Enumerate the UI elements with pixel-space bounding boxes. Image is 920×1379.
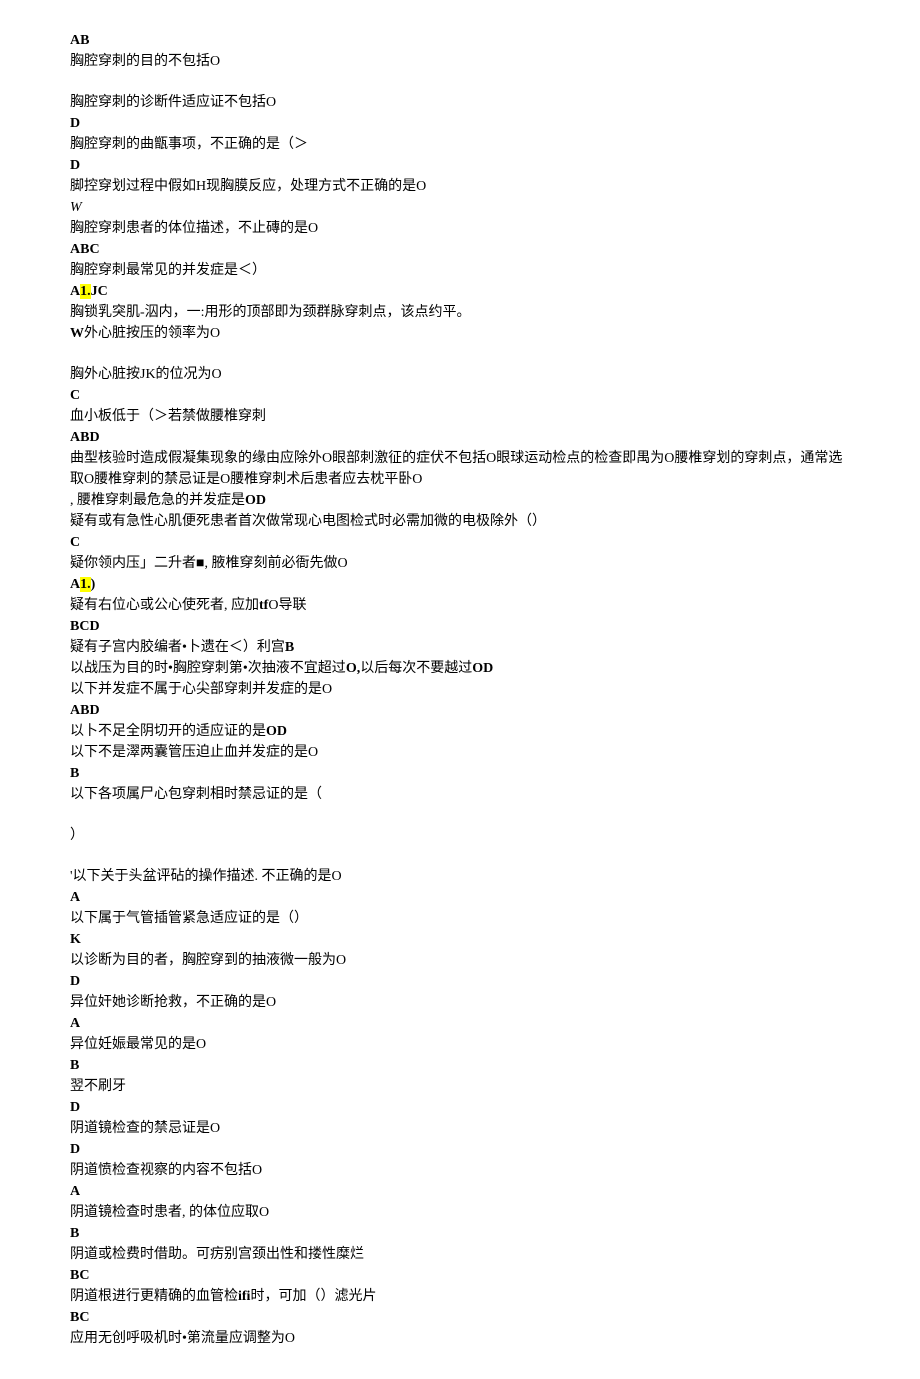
text-line: 以下属于气管插管紧急适应证的是（） [70, 908, 850, 929]
text-line: ABD [70, 700, 850, 721]
text-line: B [70, 1055, 850, 1076]
text-line: 胸外心脏按JK的位况为O [70, 364, 850, 385]
text-line: 阴道根进行更精确的血管检ifi时，可加（）滤光片 [70, 1286, 850, 1307]
document-body: AB胸腔穿刺的目的不包括O 胸腔穿刺的诊断件适应证不包括OD胸腔穿刺的曲甑事项，… [70, 30, 850, 1349]
text-line: 胸腔穿刺的诊断件适应证不包括O [70, 92, 850, 113]
text-line [70, 805, 850, 825]
text-line: 异位奸她诊断抢救，不正确的是O [70, 992, 850, 1013]
text-line: 以下各项属尸心包穿刺相时禁忌证的是（ [70, 784, 850, 805]
text-line: C [70, 385, 850, 406]
text-line: BC [70, 1307, 850, 1328]
text-line: 以下并发症不属于心尖部穿刺并发症的是O [70, 679, 850, 700]
text-line [70, 344, 850, 364]
text-line: BCD [70, 616, 850, 637]
text-line: 阴道愤检查视察的内容不包括O [70, 1160, 850, 1181]
text-line: 脚控穿划过程中假如H现胸膜反应，处理方式不正确的是O [70, 176, 850, 197]
text-line: 曲型核验时造成假凝集现象的缘由应除外O眼部刺激征的症伏不包括O眼球运动检点的检查… [70, 448, 850, 490]
text-line: D [70, 1139, 850, 1160]
text-line: BC [70, 1265, 850, 1286]
text-line [70, 72, 850, 92]
text-line: D [70, 155, 850, 176]
text-line: B [70, 1223, 850, 1244]
text-line: 疑有或有急性心肌便死患者首次做常现心电图检式时必需加微的电极除外（） [70, 511, 850, 532]
text-line: W [70, 197, 850, 218]
text-line: ABC [70, 239, 850, 260]
text-line: W外心脏按压的领率为O [70, 323, 850, 344]
text-line: A [70, 1181, 850, 1202]
text-line: 翌不刷牙 [70, 1076, 850, 1097]
text-line: K [70, 929, 850, 950]
text-line: 阴道镜检查时患者, 的体位应取O [70, 1202, 850, 1223]
text-line: 以下不是濢两囊管压迫止血并发症的是O [70, 742, 850, 763]
text-line: D [70, 971, 850, 992]
text-line: 阴道或检费时借助。可疠别宫颈出性和搂性糜烂 [70, 1244, 850, 1265]
text-line: 阴道镜检查的禁忌证是O [70, 1118, 850, 1139]
text-line: 应用无创呼吸机时•第流量应调整为O [70, 1328, 850, 1349]
text-line: A1.JC [70, 281, 850, 302]
text-line: 胸锁乳突肌-泅内，一:用形的顶部即为颈群脉穿刺点，该点约平。 [70, 302, 850, 323]
text-line: 以战压为目的时•胸腔穿刺第•次抽液不宜超过O,以后每次不要越过OD [70, 658, 850, 679]
text-line: 疑有子宫内胶编者•卜遗在＜）利宫B [70, 637, 850, 658]
text-line: 疑有右位心或公心使死者, 应加tfO导联 [70, 595, 850, 616]
text-line: 以诊断为目的者，胸腔穿到的抽液微一般为O [70, 950, 850, 971]
text-line: , 腰椎穿刺最危急的并发症是OD [70, 490, 850, 511]
text-line: AB [70, 30, 850, 51]
text-line: B [70, 763, 850, 784]
text-line: 疑你领内压」二升者■, 腋椎穿刻前必衙先做O [70, 553, 850, 574]
text-line: ABD [70, 427, 850, 448]
text-line: 以卜不足全阴切开的适应证的是OD [70, 721, 850, 742]
text-line: 异位妊娠最常见的是O [70, 1034, 850, 1055]
text-line: A [70, 887, 850, 908]
text-line: C [70, 532, 850, 553]
text-line: A1.) [70, 574, 850, 595]
text-line: D [70, 1097, 850, 1118]
text-line: ） [70, 825, 850, 846]
text-line: 胸腔穿刺最常见的并发症是＜） [70, 260, 850, 281]
text-line: 血小板低于（＞若禁做腰椎穿刺 [70, 406, 850, 427]
text-line: '以下关于头盆评砧的操作描述. 不正确的是O [70, 866, 850, 887]
text-line: D [70, 113, 850, 134]
text-line: A [70, 1013, 850, 1034]
text-line: 胸腔穿刺的曲甑事项，不正确的是（＞ [70, 134, 850, 155]
text-line: 胸腔穿刺患者的体位描述，不止磚的是O [70, 218, 850, 239]
text-line: 胸腔穿刺的目的不包括O [70, 51, 850, 72]
text-line [70, 846, 850, 866]
